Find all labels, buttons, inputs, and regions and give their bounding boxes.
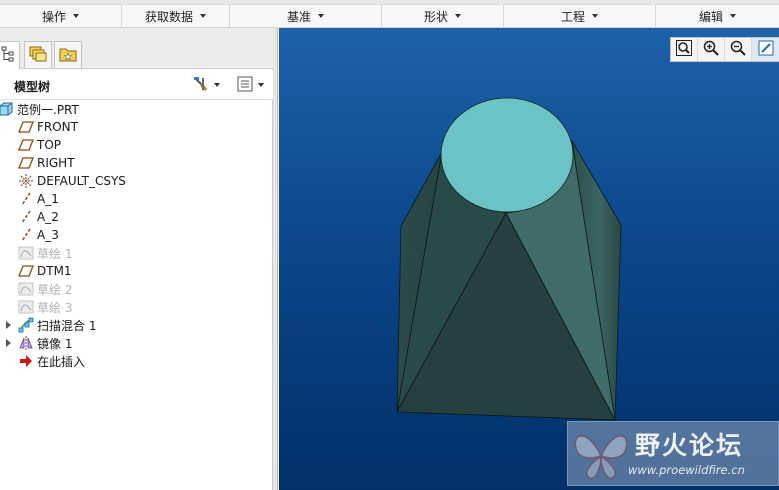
tree-columns-icon	[236, 75, 254, 96]
ribbon-group-bar: 操作 获取数据 基准 形状 工程 编辑	[0, 0, 779, 28]
creo-window: 操作 获取数据 基准 形状 工程 编辑 模型树 范例一.PRT FRONT TO…	[0, 0, 779, 490]
ribbon-group-editing[interactable]: 编辑	[656, 5, 779, 27]
tree-item-swept-blend-1[interactable]: 扫描混合 1	[0, 316, 273, 334]
expand-arrow-icon[interactable]	[4, 321, 12, 329]
navigator-panel: 模型树 范例一.PRT FRONT TOP RIGHT DEFAULT_CSYS…	[0, 28, 273, 490]
tree-columns-button[interactable]	[236, 75, 264, 95]
tab-favorites[interactable]	[54, 41, 82, 68]
tree-item-a3[interactable]: A_3	[0, 226, 273, 244]
ribbon-group-get-data[interactable]: 获取数据	[122, 5, 230, 27]
repaint-icon	[757, 39, 775, 60]
forum-watermark: 野火论坛 www.proewildfire.cn	[567, 421, 779, 486]
tree-item-a2[interactable]: A_2	[0, 208, 273, 226]
tree-item-insert-here[interactable]: 在此插入	[0, 352, 273, 370]
datum-plane-icon	[18, 119, 34, 135]
tree-item-label: 草绘 1	[37, 246, 73, 261]
chevron-down-icon	[318, 14, 324, 18]
model-tree-header: 模型树	[0, 70, 273, 100]
folder-browser-tab-icon	[28, 45, 48, 66]
tree-item-front[interactable]: FRONT	[0, 118, 273, 136]
chevron-down-icon	[730, 14, 736, 18]
tree-settings-icon	[192, 75, 210, 96]
tree-item-mirror-1[interactable]: 镜像 1	[0, 334, 273, 352]
sketch-icon	[18, 245, 34, 261]
tree-item-label: RIGHT	[37, 156, 75, 170]
ribbon-group-label: 基准	[286, 9, 311, 24]
chevron-down-icon	[258, 83, 264, 87]
datum-axis-icon	[18, 227, 34, 243]
swept-blend-icon	[18, 317, 34, 333]
panel-splitter[interactable]	[273, 28, 278, 490]
chevron-down-icon	[200, 14, 206, 18]
mirror-icon	[18, 335, 34, 351]
chevron-down-icon	[73, 14, 79, 18]
tree-item-label: 镜像 1	[37, 336, 73, 351]
model-top-face	[440, 97, 574, 213]
datum-plane-icon	[18, 155, 34, 171]
model-tree-title: 模型树	[14, 80, 51, 94]
tree-item-default-csys[interactable]: DEFAULT_CSYS	[0, 172, 273, 190]
tree-item-label: 范例一.PRT	[17, 102, 79, 117]
tree-item-label: FRONT	[37, 120, 78, 134]
favorites-tab-icon	[58, 45, 78, 66]
expand-arrow-icon[interactable]	[4, 339, 12, 347]
datum-axis-icon	[18, 209, 34, 225]
repaint-button[interactable]	[752, 38, 779, 61]
sketch-icon	[18, 299, 34, 315]
tree-item-label: 草绘 3	[37, 300, 73, 315]
tree-item-label: TOP	[37, 138, 62, 152]
watermark-url: www.proewildfire.cn	[628, 463, 745, 477]
tree-item-sketch-3[interactable]: 草绘 3	[0, 298, 273, 316]
butterfly-logo-icon	[574, 435, 628, 479]
tree-item-label: DTM1	[37, 264, 72, 278]
tab-folder-browser[interactable]	[24, 41, 52, 68]
ribbon-group-label: 操作	[41, 9, 66, 24]
tree-item-label: DEFAULT_CSYS	[37, 174, 126, 188]
tree-item-label: A_3	[37, 228, 59, 242]
tree-item-top[interactable]: TOP	[0, 136, 273, 154]
refit-icon	[675, 39, 693, 60]
model-tree-tab-icon	[1, 46, 15, 65]
datum-axis-icon	[18, 191, 34, 207]
tree-item-label: A_2	[37, 210, 59, 224]
tree-item-label: 草绘 2	[37, 282, 73, 297]
tree-item-dtm1[interactable]: DTM1	[0, 262, 273, 280]
refit-button[interactable]	[671, 38, 698, 61]
ribbon-group-label: 工程	[560, 9, 585, 24]
csys-icon	[18, 173, 34, 189]
ribbon-group-operations[interactable]: 操作	[0, 5, 122, 27]
zoom-in-icon	[702, 39, 720, 60]
chevron-down-icon	[455, 14, 461, 18]
tree-item-sketch-1[interactable]: 草绘 1	[0, 244, 273, 262]
watermark-title: 野火论坛	[635, 431, 744, 460]
tree-item-part[interactable]: 范例一.PRT	[0, 100, 273, 118]
ribbon-group-engineering[interactable]: 工程	[504, 5, 656, 27]
chevron-down-icon	[592, 14, 598, 18]
ribbon-group-datum[interactable]: 基准	[230, 5, 382, 27]
tree-item-a1[interactable]: A_1	[0, 190, 273, 208]
zoom-in-button[interactable]	[698, 38, 725, 61]
ribbon-group-label: 形状	[423, 9, 448, 24]
sketch-icon	[18, 281, 34, 297]
graphics-viewport[interactable]: 野火论坛 www.proewildfire.cn	[279, 28, 779, 490]
part-icon	[0, 101, 14, 117]
ribbon-group-shapes[interactable]: 形状	[382, 5, 504, 27]
zoom-out-icon	[729, 39, 747, 60]
datum-plane-icon	[18, 137, 34, 153]
tree-item-sketch-2[interactable]: 草绘 2	[0, 280, 273, 298]
insert-here-arrow-icon	[18, 353, 34, 369]
navigator-tabs	[0, 28, 273, 69]
tree-item-right[interactable]: RIGHT	[0, 154, 273, 172]
tree-item-label: 在此插入	[37, 354, 86, 369]
view-toolbar	[670, 37, 779, 62]
tree-settings-button[interactable]	[192, 75, 220, 95]
tree-item-label: A_1	[37, 192, 59, 206]
datum-plane-icon	[18, 263, 34, 279]
zoom-out-button[interactable]	[725, 38, 752, 61]
ribbon-group-label: 获取数据	[144, 9, 193, 24]
tree-item-label: 扫描混合 1	[37, 318, 97, 333]
ribbon-group-label: 编辑	[698, 9, 723, 24]
chevron-down-icon	[214, 83, 220, 87]
tab-model-tree[interactable]	[0, 41, 20, 69]
